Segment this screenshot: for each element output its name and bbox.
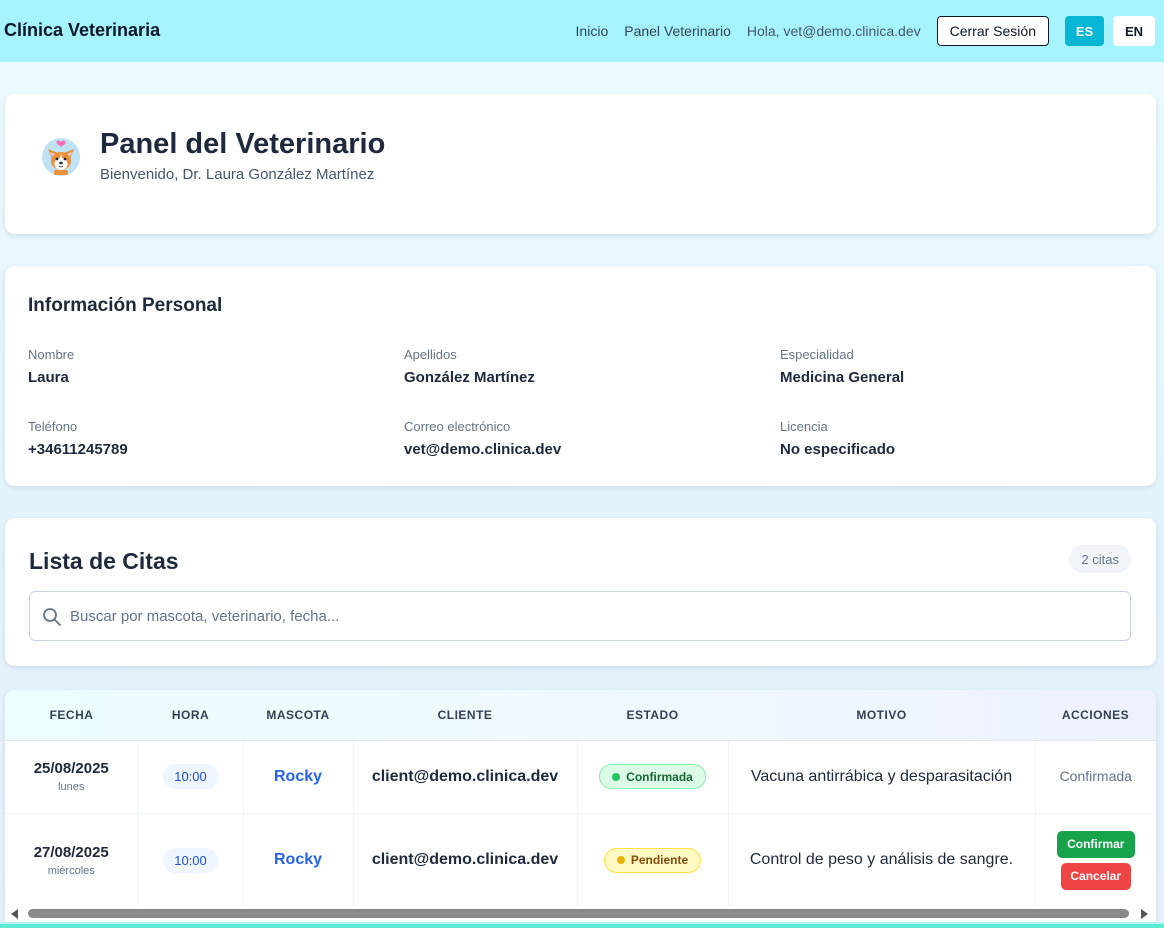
table-row: 27/08/2025 miércoles 10:00 Rocky client@… <box>5 813 1156 908</box>
field-label: Teléfono <box>28 419 78 434</box>
pet-link[interactable]: Rocky <box>274 768 322 785</box>
appointments-table: FECHA HORA MASCOTA CLIENTE ESTADO MOTIVO… <box>5 690 1156 908</box>
field-label: Apellidos <box>404 347 457 362</box>
scroll-right-arrow-icon[interactable] <box>1141 909 1148 919</box>
page-bottom-accent-line <box>0 924 1164 928</box>
search-input[interactable] <box>70 592 1120 640</box>
pet-cell: Rocky <box>243 813 354 908</box>
field-correo: Correo electrónico vet@demo.clinica.dev <box>404 419 744 458</box>
field-label: Correo electrónico <box>404 419 511 434</box>
search-icon <box>42 607 62 627</box>
search-box[interactable] <box>29 591 1131 641</box>
field-nombre: Nombre Laura <box>28 347 368 386</box>
field-value: Laura <box>28 369 69 386</box>
field-label: Licencia <box>780 419 828 434</box>
page-title: Panel del Veterinario <box>100 128 386 160</box>
appointments-title: Lista de Citas <box>29 548 179 574</box>
cancel-button[interactable]: Cancelar <box>1060 862 1131 890</box>
status-cell: Confirmada <box>577 740 729 814</box>
personal-info-title: Información Personal <box>28 295 223 316</box>
table-row: 25/08/2025 lunes 10:00 Rocky client@demo… <box>5 740 1156 814</box>
user-greeting: Hola, vet@demo.clinica.dev <box>746 23 921 39</box>
pet-link[interactable]: Rocky <box>274 851 322 868</box>
client-cell: client@demo.clinica.dev <box>353 740 578 814</box>
status-cell: Pendiente <box>577 813 729 908</box>
lang-en-button[interactable]: EN <box>1113 16 1155 46</box>
time-badge: 10:00 <box>163 847 218 873</box>
time-cell: 10:00 <box>138 813 244 908</box>
field-especialidad: Especialidad Medicina General <box>780 347 1120 386</box>
scroll-left-arrow-icon[interactable] <box>11 909 18 919</box>
column-header-fecha: FECHA <box>5 690 138 741</box>
logout-button[interactable]: Cerrar Sesión <box>936 16 1049 46</box>
status-badge: Confirmada <box>599 764 706 789</box>
field-value: No especificado <box>780 441 896 458</box>
actions-cell: Confirmar Cancelar <box>1035 813 1156 908</box>
client-email: client@demo.clinica.dev <box>371 851 559 868</box>
appointment-weekday: miércoles <box>47 864 95 877</box>
nav-links: Inicio Panel Veterinario Hola, vet@demo.… <box>576 0 1164 62</box>
appointments-list-card: Lista de Citas 2 citas <box>5 518 1156 666</box>
field-value: Medicina General <box>780 369 905 386</box>
nav-link-inicio[interactable]: Inicio <box>576 23 609 39</box>
column-header-acciones: ACCIONES <box>1035 690 1156 741</box>
status-label: Pendiente <box>630 853 689 867</box>
field-value: González Martínez <box>404 369 535 386</box>
time-badge: 10:00 <box>163 764 218 789</box>
column-header-motivo: MOTIVO <box>728 690 1035 741</box>
column-header-cliente: CLIENTE <box>353 690 577 741</box>
date-cell: 27/08/2025 miércoles <box>5 813 139 908</box>
appointment-date: 25/08/2025 <box>33 760 109 777</box>
column-header-mascota: MASCOTA <box>243 690 353 741</box>
status-label: Confirmada <box>626 769 693 784</box>
corgi-dog-icon <box>36 130 86 180</box>
field-apellidos: Apellidos González Martínez <box>404 347 744 386</box>
status-dot-icon <box>612 772 621 781</box>
horizontal-scrollbar[interactable] <box>5 906 1156 922</box>
appointment-weekday: lunes <box>58 781 85 793</box>
appointment-reason: Vacuna antirrábica y desparasitación <box>750 767 1013 785</box>
personal-info-card: Información Personal Nombre Laura Apelli… <box>5 266 1156 486</box>
field-value: +34611245789 <box>28 441 128 458</box>
appointment-reason: Control de peso y análisis de sangre. <box>749 851 1014 868</box>
field-telefono: Teléfono +34611245789 <box>28 419 368 458</box>
action-status-text: Confirmada <box>1059 767 1132 784</box>
status-badge: Pendiente <box>603 847 702 873</box>
page-subtitle: Bienvenido, Dr. Laura González Martínez <box>100 166 375 183</box>
dashboard-header-card: Panel del Veterinario Bienvenido, Dr. La… <box>5 94 1156 234</box>
pet-cell: Rocky <box>243 740 354 814</box>
reason-cell: Control de peso y análisis de sangre. <box>728 813 1036 908</box>
field-value: vet@demo.clinica.dev <box>404 441 562 458</box>
actions-cell: Confirmada <box>1035 740 1156 814</box>
nav-link-panel-veterinario[interactable]: Panel Veterinario <box>624 23 731 39</box>
status-dot-icon <box>616 856 625 864</box>
time-cell: 10:00 <box>138 740 244 814</box>
lang-es-button[interactable]: ES <box>1065 16 1104 46</box>
scrollbar-thumb[interactable] <box>28 909 1129 918</box>
column-header-hora: HORA <box>138 690 243 741</box>
field-label: Especialidad <box>780 347 854 362</box>
appointment-date: 27/08/2025 <box>33 843 109 861</box>
top-navbar: Clínica Veterinaria Inicio Panel Veterin… <box>0 0 1164 62</box>
confirm-button[interactable]: Confirmar <box>1056 830 1135 858</box>
client-cell: client@demo.clinica.dev <box>353 813 578 908</box>
table-header-row: FECHA HORA MASCOTA CLIENTE ESTADO MOTIVO… <box>5 690 1156 741</box>
client-email: client@demo.clinica.dev <box>371 767 559 785</box>
brand-title[interactable]: Clínica Veterinaria <box>4 20 160 41</box>
field-licencia: Licencia No especificado <box>780 419 1120 458</box>
appointments-table-card: FECHA HORA MASCOTA CLIENTE ESTADO MOTIVO… <box>5 690 1156 922</box>
field-label: Nombre <box>28 347 75 362</box>
appointments-count-badge: 2 citas <box>1069 545 1131 573</box>
reason-cell: Vacuna antirrábica y desparasitación <box>728 740 1036 814</box>
column-header-estado: ESTADO <box>577 690 728 741</box>
date-cell: 25/08/2025 lunes <box>5 740 139 814</box>
